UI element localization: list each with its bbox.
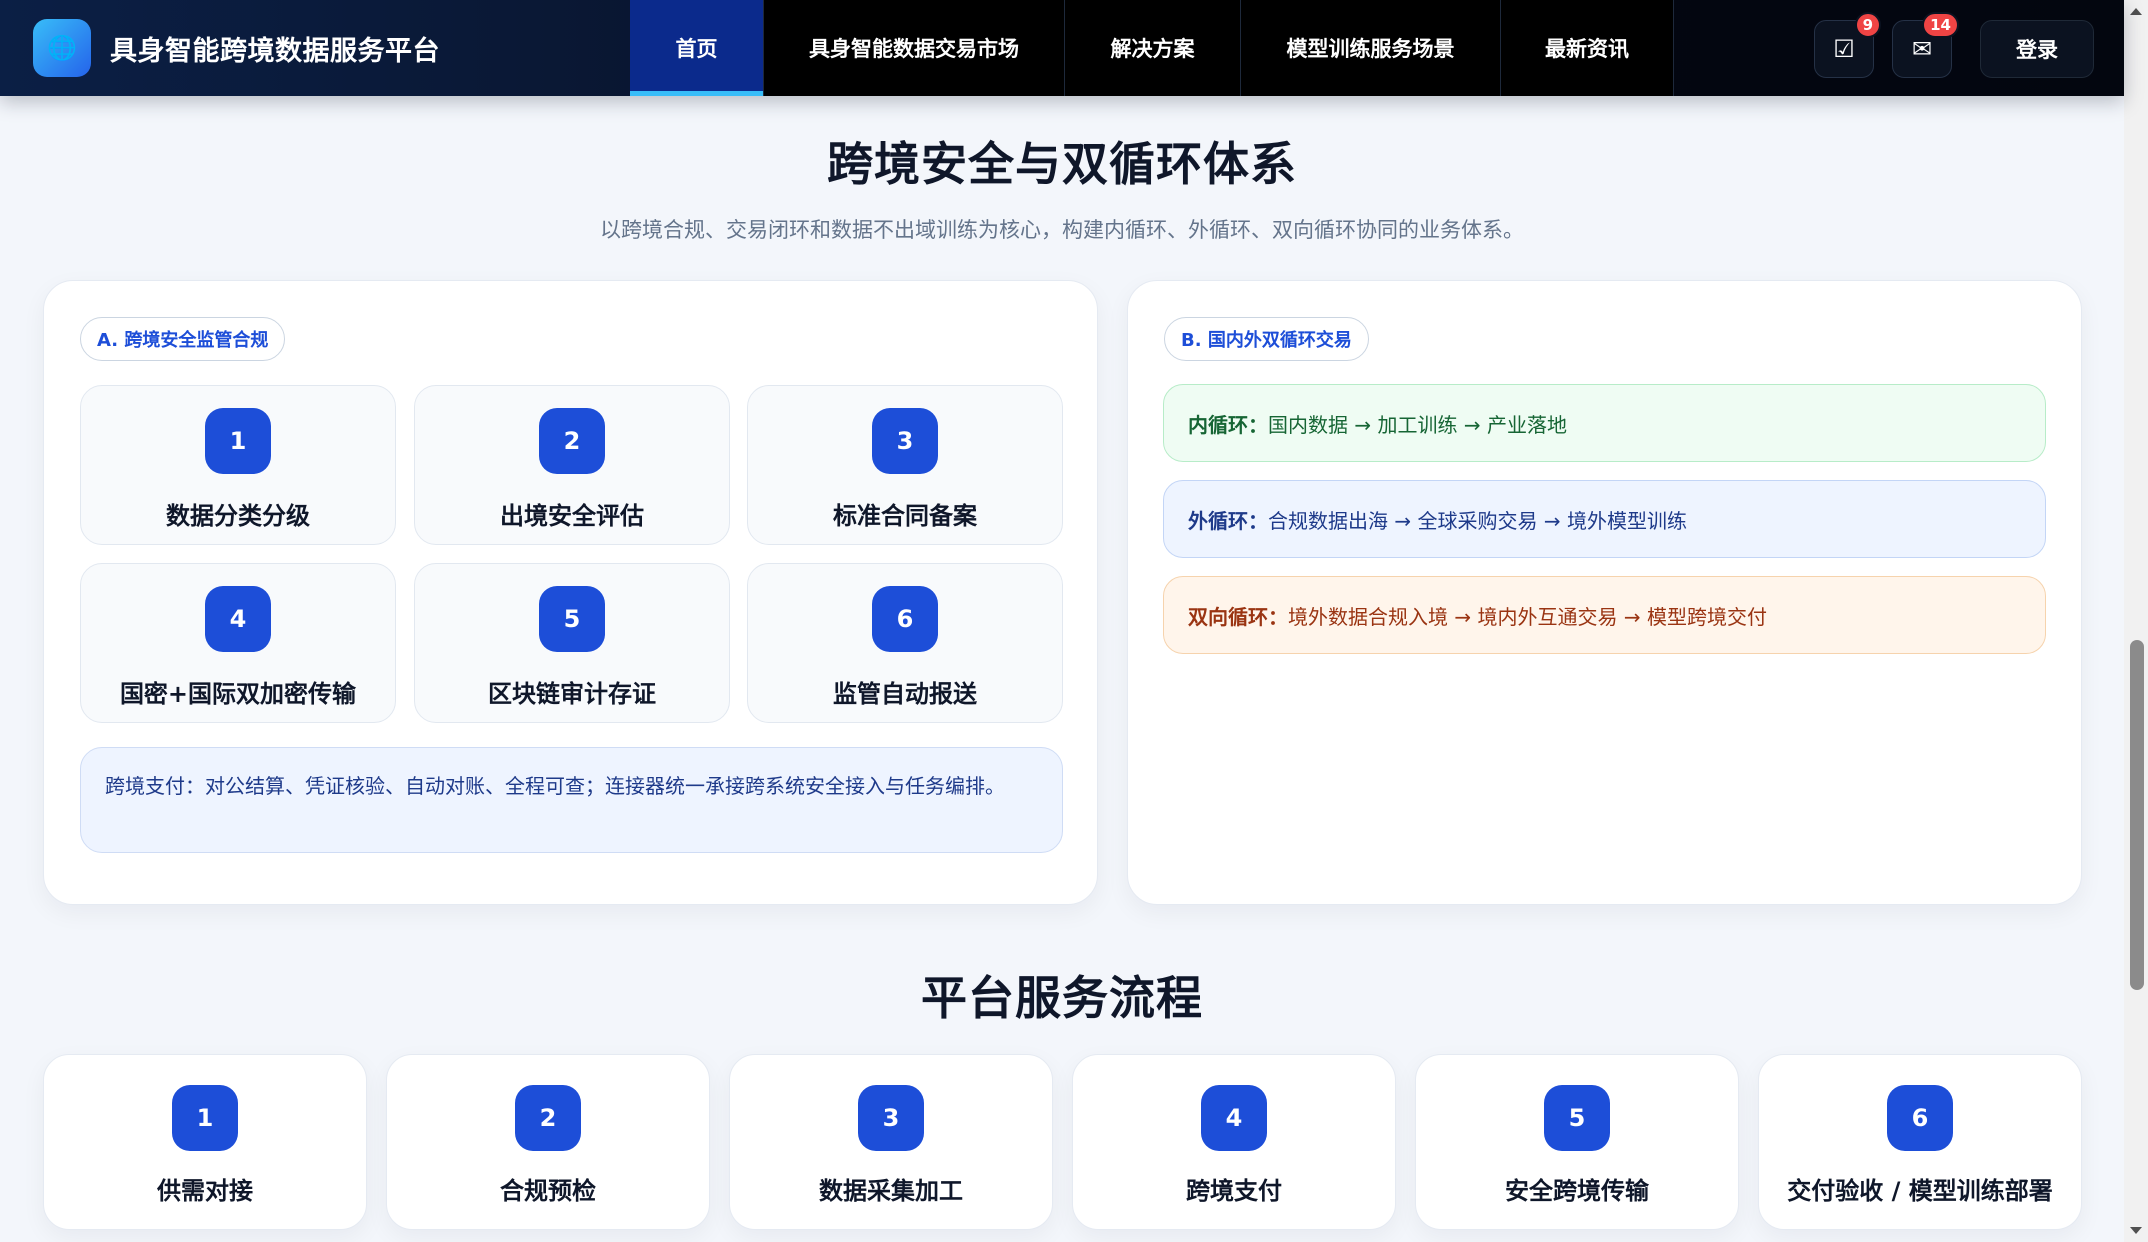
loop-text: 国内数据 → 加工训练 → 产业落地 [1268,412,1567,437]
nav-item-training-scenarios[interactable]: 模型训练服务场景 [1241,0,1501,96]
step-number: 6 [872,586,938,652]
process-section-title: 平台服务流程 [921,971,1203,1025]
security-section-subtitle: 以跨境合规、交易闭环和数据不出域训练为核心，构建内循环、外循环、双向循环协同的业… [600,218,1524,242]
messages-button[interactable]: ✉ 14 [1892,12,1959,78]
step-number: 3 [872,408,938,474]
process-step-label: 交付验收 / 模型训练部署 [1787,1177,2053,1205]
loop-name: 外循环： [1188,508,1268,533]
header-actions: ☑ 9 ✉ 14 登录 [1814,12,2094,78]
nav-item-home[interactable]: 首页 [630,0,764,96]
loop-text: 境外数据合规入境 → 境内外互通交易 → 模型跨境交付 [1288,604,1767,629]
login-button[interactable]: 登录 [1980,20,2094,78]
process-step-label: 跨境支付 [1186,1177,1282,1205]
loop-text: 合规数据出海 → 全球采购交易 → 境外模型训练 [1268,508,1687,533]
loop-name: 内循环： [1188,412,1268,437]
nav-item-news[interactable]: 最新资讯 [1501,0,1674,96]
cross-border-payment-note: 跨境支付：对公结算、凭证核验、自动对账、全程可查；连接器统一承接跨系统安全接入与… [80,747,1063,853]
compliance-card: A. 跨境安全监管合规 1 数据分类分级 2 出境安全评估 3 标准合同备案 4… [43,280,1098,905]
bidirectional-loop-row: 双向循环： 境外数据合规入境 → 境内外互通交易 → 模型跨境交付 [1163,576,2046,654]
step-number: 6 [1887,1085,1953,1151]
process-step: 5 安全跨境传输 [1415,1054,1739,1230]
checkbox-icon: ☑ [1833,35,1855,63]
step-number: 5 [1544,1085,1610,1151]
vertical-scrollbar[interactable] [2124,0,2148,1242]
compliance-item-label: 区块链审计存证 [488,680,656,708]
messages-count-badge: 14 [1922,12,1959,38]
tasks-count-badge: 9 [1854,12,1881,38]
globe-icon: 🌐 [33,19,91,77]
top-navigation-bar: 🌐 具身智能跨境数据服务平台 首页 具身智能数据交易市场 解决方案 模型训练服务… [0,0,2124,96]
compliance-item-label: 出境安全评估 [500,502,644,530]
process-step: 1 供需对接 [43,1054,367,1230]
step-number: 3 [858,1085,924,1151]
step-number: 2 [515,1085,581,1151]
step-number: 1 [205,408,271,474]
external-loop-row: 外循环： 合规数据出海 → 全球采购交易 → 境外模型训练 [1163,480,2046,558]
compliance-item-label: 数据分类分级 [166,502,310,530]
site-title: 具身智能跨境数据服务平台 [110,35,440,67]
scrollbar-thumb[interactable] [2130,640,2144,990]
process-step-label: 数据采集加工 [819,1177,963,1205]
compliance-item: 5 区块链审计存证 [414,563,730,723]
step-number: 1 [172,1085,238,1151]
brand[interactable]: 🌐 具身智能跨境数据服务平台 [0,0,630,96]
compliance-item: 3 标准合同备案 [747,385,1063,545]
nav-item-solutions[interactable]: 解决方案 [1065,0,1241,96]
compliance-item: 4 国密+国际双加密传输 [80,563,396,723]
step-number: 5 [539,586,605,652]
compliance-item: 1 数据分类分级 [80,385,396,545]
scroll-down-arrow-icon[interactable] [2130,1227,2142,1234]
process-step-label: 合规预检 [500,1177,596,1205]
process-step-label: 供需对接 [157,1177,253,1205]
internal-loop-row: 内循环： 国内数据 → 加工训练 → 产业落地 [1163,384,2046,462]
security-section-title: 跨境安全与双循环体系 [827,137,1297,191]
process-step: 2 合规预检 [386,1054,710,1230]
process-step: 3 数据采集加工 [729,1054,1053,1230]
step-number: 2 [539,408,605,474]
nav-item-data-market[interactable]: 具身智能数据交易市场 [764,0,1065,96]
process-step: 6 交付验收 / 模型训练部署 [1758,1054,2082,1230]
compliance-item: 2 出境安全评估 [414,385,730,545]
compliance-item: 6 监管自动报送 [747,563,1063,723]
scroll-up-arrow-icon[interactable] [2130,8,2142,15]
process-step: 4 跨境支付 [1072,1054,1396,1230]
mail-icon: ✉ [1911,35,1933,63]
step-number: 4 [205,586,271,652]
compliance-item-label: 监管自动报送 [833,680,977,708]
main-nav: 首页 具身智能数据交易市场 解决方案 模型训练服务场景 最新资讯 [630,0,1674,96]
process-step-label: 安全跨境传输 [1505,1177,1649,1205]
dual-circulation-card-pill: B. 国内外双循环交易 [1164,317,1369,361]
compliance-item-label: 标准合同备案 [833,502,977,530]
step-number: 4 [1201,1085,1267,1151]
compliance-item-label: 国密+国际双加密传输 [119,680,357,708]
loop-name: 双向循环： [1188,604,1288,629]
compliance-card-pill: A. 跨境安全监管合规 [80,317,286,361]
tasks-button[interactable]: ☑ 9 [1814,12,1881,78]
